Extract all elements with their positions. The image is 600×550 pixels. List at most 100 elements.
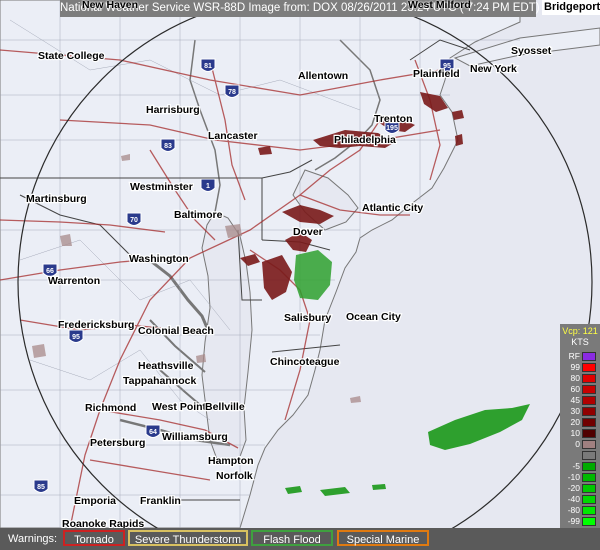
legend-entry-label: RF [568,351,580,361]
legend-entry-label: -5 [572,461,580,471]
legend-swatch [582,517,596,526]
label-ocean-city: Ocean City [346,311,401,323]
legend-entry-label: 99 [570,362,580,372]
warning-flash-flood[interactable]: Flash Flood [251,530,333,546]
label-syosset: Syosset [511,45,552,57]
highway-shield-number: 78 [228,89,236,96]
legend-swatch [582,506,596,515]
legend-entry-label: 10 [570,428,580,438]
legend-entry: 10 [560,428,600,438]
highway-shield: 78 [224,84,240,98]
label-lancaster: Lancaster [208,130,258,142]
legend-entry-label: 80 [570,373,580,383]
label-colonial-beach: Colonial Beach [138,325,214,337]
corner-city-label: Bridgeport [542,0,600,15]
legend-entry-label: -10 [567,472,580,482]
warnings-label: Warnings: [8,533,58,545]
legend-entry-label: -99 [567,516,580,526]
legend-entry: RF [560,351,600,361]
highway-shield-number: 95 [72,334,80,341]
legend-entry: -40 [560,494,600,504]
highway-shield: 81 [200,58,216,72]
legend-entry: -20 [560,483,600,493]
label-west-point: West Point [152,401,207,413]
legend-entry-label: -40 [567,494,580,504]
highway-shield-number: 64 [149,429,157,436]
legend-entry-label: 0 [575,439,580,449]
legend-entry-label: 20 [570,417,580,427]
legend-swatch [582,473,596,482]
label-richmond: Richmond [85,402,136,414]
legend-swatch [582,363,596,372]
highway-shield-number: 70 [130,217,138,224]
label-williamsburg: Williamsburg [162,431,228,443]
highway-shield-number: 66 [46,268,54,275]
highway-shield-number: 1 [206,183,210,190]
label-fredericksburg: Fredericksburg [58,319,134,331]
legend-swatch [582,374,596,383]
legend-swatch [582,396,596,405]
title-bar: New Haven National Weather Service WSR-8… [60,0,540,17]
legend-entry: 0 [560,439,600,449]
legend-swatch [582,418,596,427]
label-allentown: Allentown [298,70,348,82]
highway-shield: 70 [126,212,142,226]
legend-swatch [582,352,596,361]
label-norfolk: Norfolk [216,470,253,482]
legend-entry: 99 [560,362,600,372]
radar-map: 8178837095661956485951 State College All… [0,0,600,550]
warning-tornado[interactable]: Tornado [63,530,125,546]
label-emporia: Emporia [74,495,116,507]
label-state-college: State College [38,50,105,62]
label-atlantic-city: Atlantic City [362,202,423,214]
highway-shield-number: 83 [164,143,172,150]
label-washington: Washington [129,253,189,265]
legend-entry-label: 45 [570,395,580,405]
legend-entry: 30 [560,406,600,416]
highway-shield: 85 [33,479,49,493]
label-hampton: Hampton [208,455,254,467]
highway-shield: 64 [145,424,161,438]
label-franklin: Franklin [140,495,181,507]
title-right-city: West Milford [408,0,471,11]
highway-shield-number: 195 [386,125,398,132]
label-harrisburg: Harrisburg [146,104,200,116]
title-left-city: New Haven [82,0,139,11]
label-petersburg: Petersburg [90,437,145,449]
label-martinsburg: Martinsburg [26,193,87,205]
legend-entry: 80 [560,373,600,383]
warning-severe-thunderstorm[interactable]: Severe Thunderstorm [128,530,248,546]
label-baltimore: Baltimore [174,209,223,221]
legend-entry: -5 [560,461,600,471]
label-dover: Dover [293,226,323,238]
label-trenton: Trenton [374,113,413,125]
legend-vcp: Vcp: 121 [562,326,598,336]
legend-entry: -10 [560,472,600,482]
legend-swatch [582,495,596,504]
label-salisbury: Salisbury [284,312,331,324]
legend-entry [560,450,600,460]
legend-entry: 60 [560,384,600,394]
legend-entry: -80 [560,505,600,515]
legend-entry-label: -20 [567,483,580,493]
legend-swatch [582,462,596,471]
label-philadelphia: Philadelphia [334,134,396,146]
highway-shield: 95 [68,329,84,343]
label-warrenton: Warrenton [48,275,100,287]
highway-shield-number: 81 [204,63,212,70]
label-chincoteague: Chincoteague [270,356,340,368]
warnings-bar: Warnings: Tornado Severe Thunderstorm Flas… [0,528,600,550]
legend-swatch [582,407,596,416]
label-tappahannock: Tappahannock [123,375,196,387]
legend-swatch [582,451,596,460]
legend-swatch [582,484,596,493]
velocity-legend: Vcp: 121 KTS RF 99 80 60 45 30 20 10 0 -5 -10 -20 -4… [560,324,600,546]
legend-unit: KTS [571,337,589,347]
label-plainfield: Plainfield [413,68,460,80]
legend-swatch [582,429,596,438]
legend-entry-label: 30 [570,406,580,416]
warning-special-marine[interactable]: Special Marine [337,530,429,546]
label-heathsville: Heathsville [138,360,194,372]
label-new-york: New York [470,63,517,75]
legend-entry: 45 [560,395,600,405]
